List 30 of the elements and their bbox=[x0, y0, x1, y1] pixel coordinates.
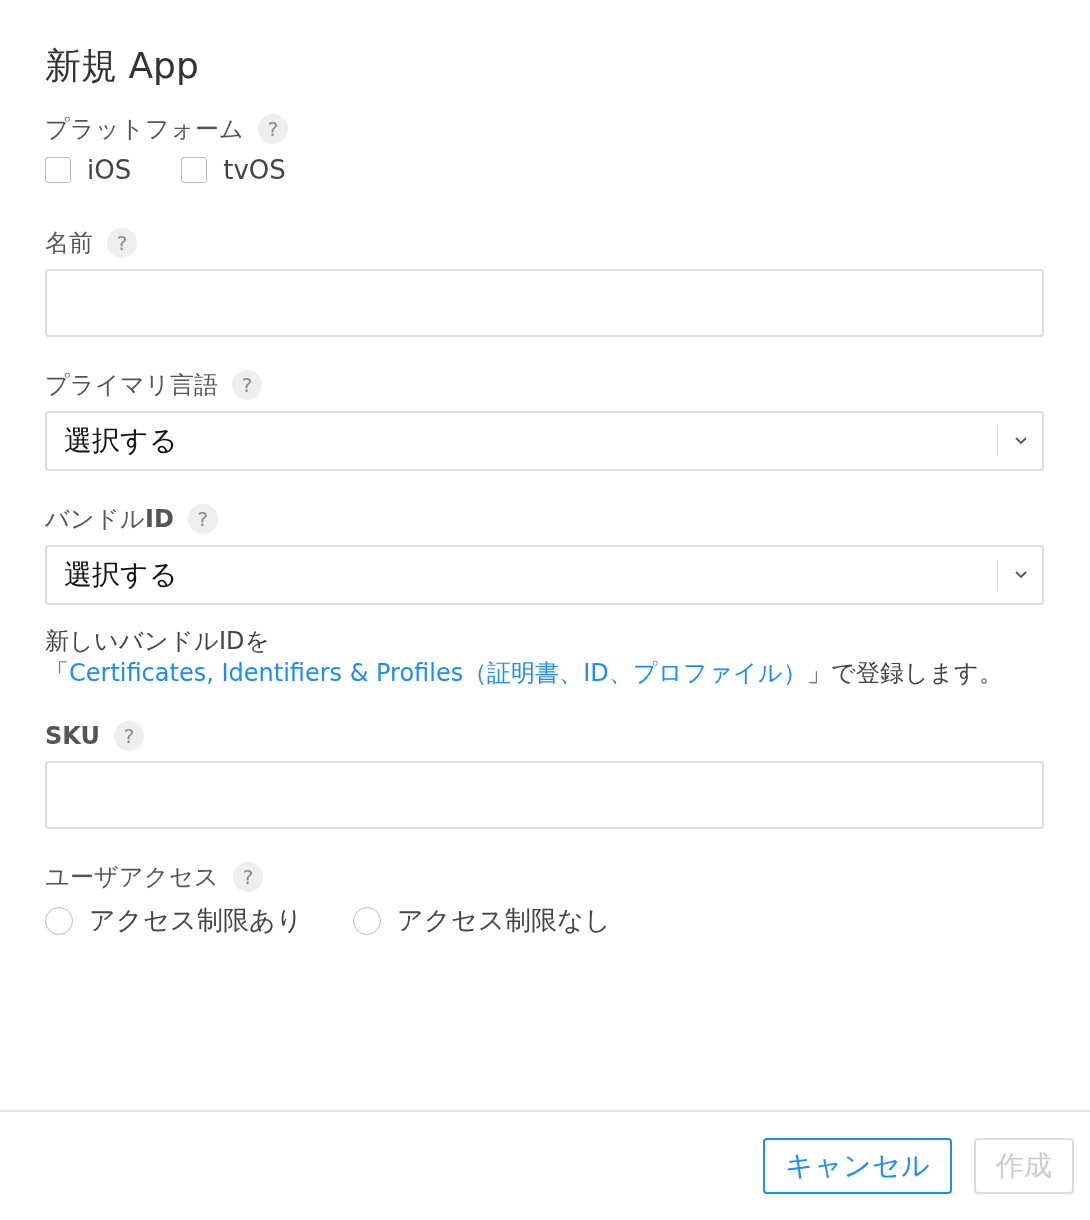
radio-label: アクセス制限あり bbox=[89, 904, 303, 938]
help-icon[interactable]: ? bbox=[233, 862, 263, 893]
field-label: SKU bbox=[45, 722, 100, 751]
help-icon[interactable]: ? bbox=[107, 228, 137, 259]
radio-label: アクセス制限なし bbox=[397, 904, 611, 938]
select-dropdown[interactable]: 選択する bbox=[45, 545, 1044, 606]
field-label: プラットフォーム bbox=[45, 114, 244, 146]
field-label: バンドルID bbox=[45, 504, 174, 536]
chevron-icon bbox=[1014, 436, 1028, 447]
checkbox-label: tvOS bbox=[223, 155, 286, 186]
help-icon[interactable]: ? bbox=[258, 114, 288, 145]
checkbox[interactable] bbox=[181, 157, 208, 184]
checkbox-label: iOS bbox=[87, 155, 132, 186]
radio-button[interactable] bbox=[45, 906, 73, 935]
text-field[interactable] bbox=[45, 761, 1044, 830]
help-icon[interactable]: ? bbox=[187, 504, 218, 535]
text-field[interactable] bbox=[45, 269, 1044, 338]
cancel-button[interactable]: キャンセル bbox=[763, 1138, 952, 1194]
checkbox[interactable] bbox=[45, 157, 71, 184]
select-dropdown[interactable]: 選択する bbox=[45, 411, 1044, 472]
help-text: 新しいバンドルIDを「Certificates, Identifiers & Profiles（証明書、ID、プロファイル）」で登録します。 bbox=[45, 626, 1004, 690]
certificates-link[interactable]: Certificates, Identifiers & Profiles（証明書、ID、プロファイル） bbox=[69, 659, 807, 688]
help-icon[interactable]: ? bbox=[232, 370, 262, 401]
chevron-icon bbox=[1014, 570, 1028, 581]
field-label: ユーザアクセス bbox=[45, 862, 219, 894]
dialog-title: 新規 App bbox=[45, 44, 200, 88]
field-label: 名前 bbox=[45, 228, 93, 260]
field-label: プライマリ言語 bbox=[45, 370, 218, 402]
radio-button[interactable] bbox=[353, 906, 381, 935]
help-icon[interactable]: ? bbox=[113, 721, 144, 752]
